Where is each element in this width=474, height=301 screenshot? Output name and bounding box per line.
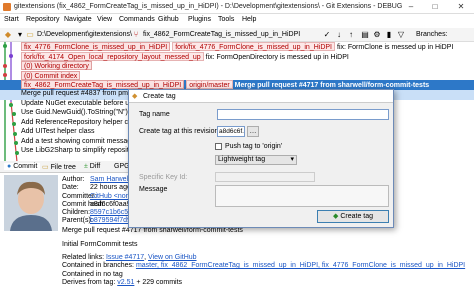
issue-link[interactable]: Issue #4717	[106, 254, 144, 261]
settings-icon[interactable]: ⚙	[372, 30, 382, 40]
commit-index-label[interactable]: (0) Commit index	[21, 70, 81, 80]
commit-message: Use Guid.NewGuid().ToString("N")	[21, 109, 128, 116]
push-icon[interactable]: ↑	[346, 30, 356, 40]
specific-key-label: Specific Key Id:	[139, 174, 188, 181]
tag-type-select[interactable]: Lightweight tag ▾	[215, 155, 297, 165]
pull-icon[interactable]: ↓	[334, 30, 344, 40]
revision-row[interactable]: (0) Working directory	[0, 61, 474, 71]
commit-message: Merge pull request #4717 from sharwell/f…	[234, 82, 430, 89]
commit-message-line1: Merge pull request #4717 from sharwell/f…	[62, 227, 243, 234]
menu-repository[interactable]: Repository	[26, 16, 59, 23]
derives-tag-link[interactable]: v2.51	[117, 279, 134, 286]
menu-commands[interactable]: Commands	[119, 16, 155, 23]
menu-bar: Start Repository Navigate View Commands …	[0, 14, 474, 28]
key-id-input	[215, 172, 315, 182]
dialog-title: Create tag	[143, 93, 176, 100]
contained-branches: Contained in branches: master, fix_4862_…	[62, 262, 465, 269]
details-tabs: ● Commit ▭ File tree ± Diff GPG	[0, 161, 130, 173]
stash-icon[interactable]: ▤	[360, 30, 370, 40]
bash-icon[interactable]: ▮	[384, 30, 394, 40]
author-avatar	[4, 175, 58, 231]
menu-navigate[interactable]: Navigate	[64, 16, 92, 23]
push-tag-checkbox[interactable]	[215, 143, 222, 150]
diff-tab-icon: ±	[84, 163, 88, 170]
revision-label: Create tag at this revision	[139, 128, 219, 135]
menu-view[interactable]: View	[97, 16, 112, 23]
menu-plugins[interactable]: Plugins	[188, 16, 211, 23]
choose-revision-button[interactable]: …	[247, 126, 259, 137]
revision-row[interactable]: fork/fix_4174_Open_local_repository_layo…	[0, 51, 474, 62]
create-tag-button[interactable]: ◆ Create tag	[317, 210, 389, 223]
chevron-down-icon: ▾	[290, 156, 294, 163]
remote-branch-label[interactable]: fork/fix_4776_FormClone_is_missed_up_in_…	[172, 42, 335, 51]
menu-github[interactable]: Github	[158, 16, 179, 23]
commit-message-line2: Initial FormCommit tests	[62, 241, 138, 248]
current-branch[interactable]: fix_4862_FormCreateTag_is_missed_up_in_H…	[143, 31, 300, 38]
tag-icon: ◆	[332, 213, 339, 220]
branch-label[interactable]: fix_4776_FormClone_is_missed_up_in_HiDPI	[21, 42, 171, 51]
commit-message: Update NuGet executable before use	[21, 99, 137, 107]
branches-label: Branches:	[416, 31, 448, 38]
remote-branch-label[interactable]: origin/master	[186, 80, 233, 89]
commit-message: fix: FormOpenDirectory is messed up in H…	[205, 53, 349, 61]
message-label: Message	[139, 186, 168, 193]
maximize-button[interactable]: □	[426, 1, 444, 13]
working-directory-label[interactable]: (0) Working directory	[21, 61, 92, 70]
menu-start[interactable]: Start	[4, 16, 19, 23]
message-textarea[interactable]	[215, 185, 389, 207]
folder-tab-icon: ▭	[42, 164, 49, 171]
tab-commit[interactable]: ● Commit	[4, 163, 41, 170]
remote-branch-label[interactable]: fork/fix_4174_Open_local_repository_layo…	[21, 51, 204, 61]
derives-from: Derives from tag: v2.51 + 229 commits	[62, 279, 182, 286]
commit-tab-icon: ●	[7, 163, 12, 170]
derives-label: Derives from tag:	[62, 279, 116, 286]
git-icon[interactable]: ◆	[3, 30, 13, 40]
app-icon	[3, 3, 11, 11]
dialog-title-bar: ◆ Create tag	[129, 90, 393, 103]
tag-type-value: Lightweight tag	[218, 156, 266, 163]
folder-icon[interactable]: ▭	[25, 30, 35, 40]
menu-help[interactable]: Help	[242, 16, 256, 23]
menu-tools[interactable]: Tools	[218, 16, 234, 23]
revision-row[interactable]: (0) Commit index	[0, 70, 474, 81]
title-bar: gitextensions (fix_4862_FormCreateTag_is…	[0, 0, 474, 14]
repo-path[interactable]: D:\Development\gitextensions\	[37, 31, 132, 38]
push-tag-label: Push tag to 'origin'	[225, 143, 283, 150]
tab-file-tree[interactable]: ▭ File tree	[42, 163, 76, 171]
contained-branches-label: Contained in branches:	[62, 262, 134, 269]
related-links-label: Related links:	[62, 254, 105, 261]
window-title: gitextensions (fix_4862_FormCreateTag_is…	[14, 3, 403, 10]
revision-row[interactable]: fix_4776_FormClone_is_missed_up_in_HiDPI…	[0, 42, 474, 52]
close-button[interactable]: ✕	[452, 1, 470, 13]
related-links: Related links: Issue #4717, View on GitH…	[62, 254, 197, 261]
create-tag-dialog: ◆ Create tag Tag name Create tag at this…	[128, 89, 394, 228]
tag-icon: ◆	[132, 93, 138, 100]
minimize-button[interactable]: –	[402, 1, 420, 13]
tab-diff[interactable]: ± Diff	[84, 163, 100, 170]
tag-name-input[interactable]	[217, 109, 389, 120]
contained-branches-value[interactable]: master, fix_4862_FormCreateTag_is_missed…	[136, 262, 465, 269]
commit-icon[interactable]: ✓	[322, 30, 332, 40]
filter-icon[interactable]: ▽	[396, 30, 406, 40]
toolbar: ◆ ▾ ▭ D:\Development\gitextensions\ ⑂ fi…	[0, 28, 474, 42]
branch-label[interactable]: fix_4862_FormCreateTag_is_missed_up_in_H…	[21, 80, 185, 89]
contained-tags: Contained in no tag	[62, 271, 123, 278]
commit-message: Add ReferenceRepository helper class	[21, 118, 141, 126]
tag-name-label: Tag name	[139, 111, 170, 118]
revision-input[interactable]: a8d6c6f...	[217, 126, 245, 137]
commit-message: fix: FormClone is messed up in HiDPI	[337, 44, 454, 51]
github-link[interactable]: View on GitHub	[148, 254, 197, 261]
commit-message: Add UITest helper class	[21, 128, 95, 135]
derives-tail: + 229 commits	[136, 279, 183, 286]
dropdown-icon[interactable]: ▾	[15, 30, 25, 40]
branch-icon[interactable]: ⑂	[131, 30, 141, 40]
